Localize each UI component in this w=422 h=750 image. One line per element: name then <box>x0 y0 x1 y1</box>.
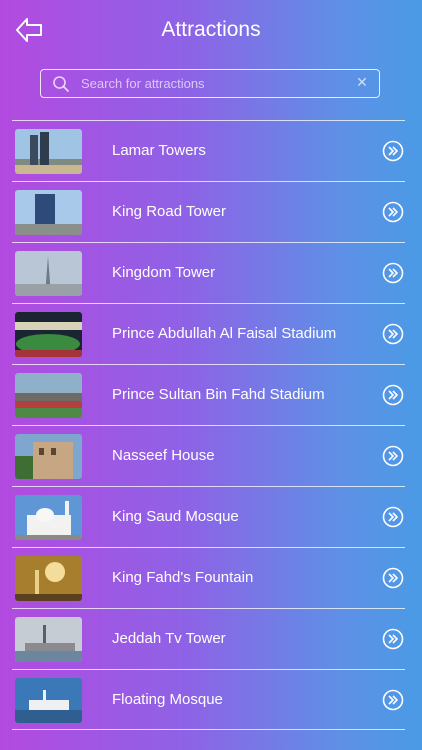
thumbnail-image <box>15 678 82 723</box>
list-item[interactable]: King Fahd's Fountain <box>12 547 405 608</box>
page-title: Attractions <box>161 18 261 41</box>
list-item[interactable]: King Saud Mosque <box>12 486 405 547</box>
thumbnail-image <box>15 251 82 296</box>
list-item[interactable]: Nasseef House <box>12 425 405 486</box>
attraction-name: Lamar Towers <box>112 142 206 159</box>
thumbnail-image <box>15 617 82 662</box>
attraction-name: Prince Sultan Bin Fahd Stadium <box>112 386 325 403</box>
attractions-list: Lamar Towers King Road Tower Kingdom Tow… <box>12 120 405 730</box>
attraction-name: Floating Mosque <box>112 691 223 708</box>
chevron-right-circle-icon[interactable] <box>382 506 404 528</box>
chevron-right-circle-icon[interactable] <box>382 567 404 589</box>
top-bar: Attractions <box>0 0 422 62</box>
list-item[interactable]: Jeddah Tv Tower <box>12 608 405 669</box>
thumbnail-image <box>15 190 82 235</box>
close-icon[interactable]: ✕ <box>355 75 369 89</box>
list-item[interactable]: Prince Abdullah Al Faisal Stadium <box>12 303 405 364</box>
thumbnail-image <box>15 312 82 357</box>
thumbnail-image <box>15 556 82 601</box>
attraction-name: King Road Tower <box>112 203 226 220</box>
attraction-name: Prince Abdullah Al Faisal Stadium <box>112 325 337 342</box>
list-item[interactable]: Prince Sultan Bin Fahd Stadium <box>12 364 405 425</box>
search-input[interactable] <box>81 70 351 96</box>
chevron-right-circle-icon[interactable] <box>382 628 404 650</box>
attraction-name: King Fahd's Fountain <box>112 569 254 586</box>
chevron-right-circle-icon[interactable] <box>382 323 404 345</box>
search-bar[interactable]: ✕ <box>40 69 380 98</box>
chevron-right-circle-icon[interactable] <box>382 201 404 223</box>
list-item[interactable]: Floating Mosque <box>12 669 405 730</box>
attraction-name: Jeddah Tv Tower <box>112 630 226 647</box>
chevron-right-circle-icon[interactable] <box>382 689 404 711</box>
chevron-right-circle-icon[interactable] <box>382 445 404 467</box>
attraction-name: Nasseef House <box>112 447 215 464</box>
attraction-name: King Saud Mosque <box>112 508 239 525</box>
chevron-right-circle-icon[interactable] <box>382 262 404 284</box>
chevron-right-circle-icon[interactable] <box>382 384 404 406</box>
list-item[interactable]: King Road Tower <box>12 181 405 242</box>
search-icon <box>53 76 69 92</box>
thumbnail-image <box>15 129 82 174</box>
chevron-right-circle-icon[interactable] <box>382 140 404 162</box>
attraction-name: Kingdom Tower <box>112 264 216 281</box>
thumbnail-image <box>15 495 82 540</box>
list-item[interactable]: Kingdom Tower <box>12 242 405 303</box>
list-item[interactable]: Lamar Towers <box>12 120 405 181</box>
thumbnail-image <box>15 434 82 479</box>
thumbnail-image <box>15 373 82 418</box>
